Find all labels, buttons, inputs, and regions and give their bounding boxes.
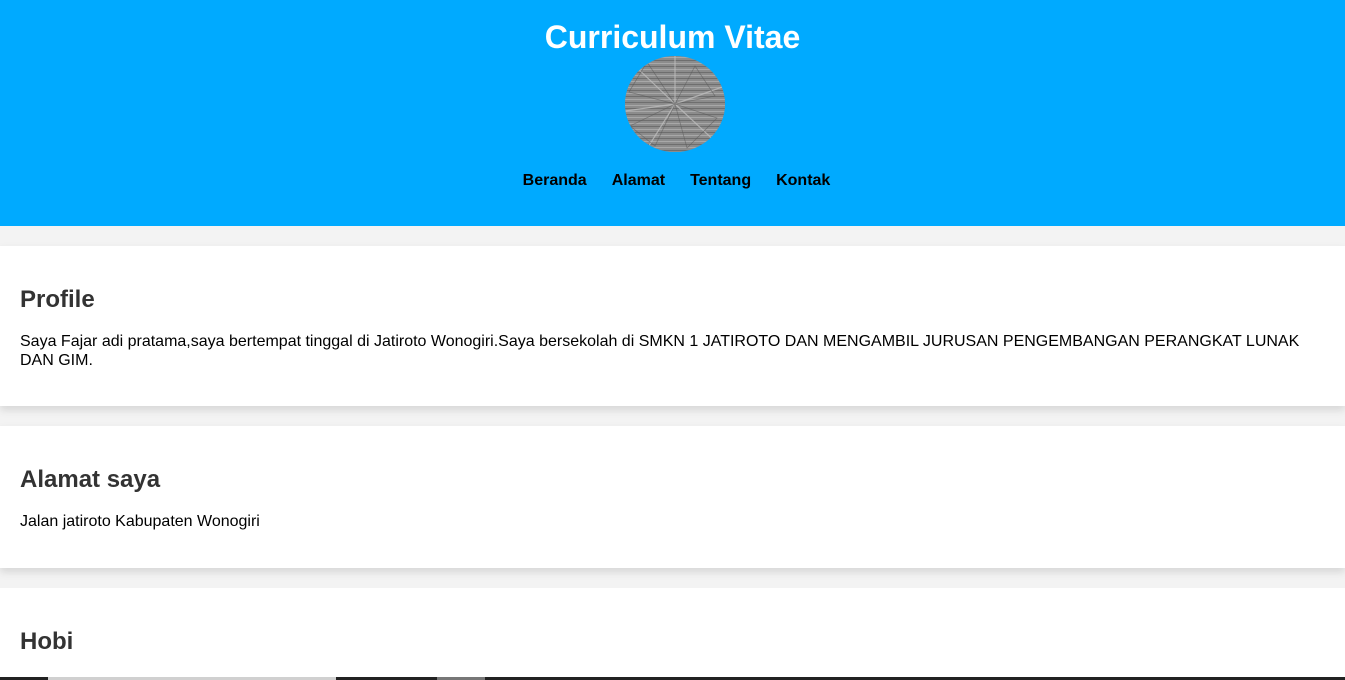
nav-item-alamat[interactable]: Alamat [612,171,665,191]
address-heading: Alamat saya [20,466,161,493]
nav-item-kontak[interactable]: Kontak [776,171,830,191]
profile-heading: Profile [20,286,95,313]
avatar-image [625,56,725,152]
main-nav: Beranda Alamat Tentang Kontak [0,171,1345,191]
avatar [625,56,725,152]
page-title: Curriculum Vitae [544,19,801,55]
hobby-section: Hobi [0,588,1345,680]
profile-section: Profile Saya Fajar adi pratama,saya bert… [0,246,1345,406]
address-text: Jalan jatiroto Kabupaten Wonogiri [20,513,260,530]
nav-item-beranda[interactable]: Beranda [523,171,587,191]
hobby-heading: Hobi [20,628,74,655]
profile-text: Saya Fajar adi pratama,saya bertempat ti… [20,333,1300,369]
site-header: Curriculum Vitae Beranda Alamat Tentang … [0,0,1345,226]
nav-item-tentang[interactable]: Tentang [690,171,751,191]
address-section: Alamat saya Jalan jatiroto Kabupaten Won… [0,426,1345,568]
